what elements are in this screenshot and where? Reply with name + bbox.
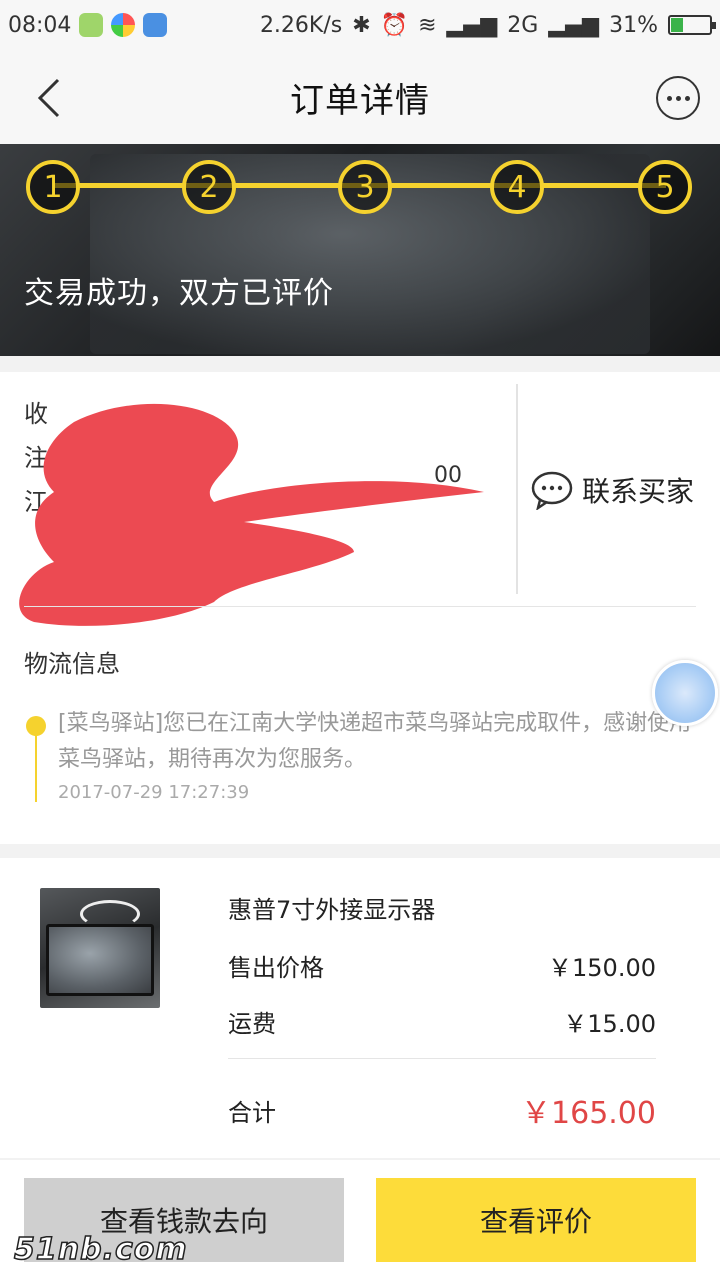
status-bar: 08:04 2.26K/s ✱ ⏰ ≋ ▂▄▆ 2G ▂▄▆ 31% xyxy=(0,0,720,50)
view-review-button[interactable]: 查看评价 xyxy=(376,1178,696,1262)
puzzle-app-icon xyxy=(143,13,168,37)
price-label: 售出价格 xyxy=(228,954,324,982)
logistics-message: [菜鸟驿站]您已在江南大学快递超市菜鸟驿站完成取件，感谢使用菜鸟驿站，期待再次为… xyxy=(58,711,692,772)
order-status-text: 交易成功，双方已评价 xyxy=(24,276,334,311)
battery-icon xyxy=(668,15,716,35)
shield-app-icon xyxy=(79,13,104,37)
total-label: 合计 xyxy=(228,1098,276,1127)
order-card: 惠普7寸外接显示器 售出价格 ￥150.00 运费 ￥15.00 合计 ￥165… xyxy=(0,858,720,1158)
battery-percent: 31% xyxy=(609,12,658,38)
price-value: ￥150.00 xyxy=(548,954,656,982)
step-4: 4 xyxy=(490,160,544,214)
shipping-label: 运费 xyxy=(228,1010,276,1038)
logistics-title: 物流信息 xyxy=(24,650,120,678)
signal-icon: ▂▄▆ xyxy=(446,12,498,38)
address-block: 收 注 江 00 xyxy=(19,392,504,626)
bluetooth-icon: ✱ xyxy=(352,12,371,38)
network-speed: 2.26K/s xyxy=(259,12,343,38)
status-banner: 1 2 3 4 5 交易成功，双方已评价 xyxy=(0,144,720,356)
page-title: 订单详情 xyxy=(290,80,430,121)
order-divider xyxy=(228,1058,656,1059)
shipping-value: ￥15.00 xyxy=(563,1010,656,1038)
logistics-time: 2017-07-29 17:27:39 xyxy=(58,782,250,803)
divider xyxy=(24,606,696,607)
step-3: 3 xyxy=(338,160,392,214)
network-type: 2G xyxy=(507,12,539,38)
timeline-line xyxy=(35,732,37,802)
browser-app-icon xyxy=(111,13,136,37)
contact-buyer-button[interactable]: 联系买家 xyxy=(530,470,694,510)
shipping-row: 运费 ￥15.00 xyxy=(228,1004,656,1039)
watermark: 51nb.com xyxy=(13,1231,188,1268)
step-5: 5 xyxy=(638,160,692,214)
step-1: 1 xyxy=(26,160,80,214)
product-thumbnail[interactable] xyxy=(40,888,160,1008)
signal-icon-2: ▂▄▆ xyxy=(548,12,600,38)
floating-assistant-button[interactable] xyxy=(652,660,718,726)
address-logistics-card: 收 注 江 00 联系买家 物流信息 [菜鸟驿站]您已在江南大学快递超市菜鸟驿站… xyxy=(0,372,720,844)
product-name: 惠普7寸外接显示器 xyxy=(228,896,436,924)
total-row: 合计 ￥165.00 xyxy=(228,1088,656,1132)
wifi-icon: ≋ xyxy=(418,12,437,38)
back-arrow-icon[interactable] xyxy=(30,74,70,122)
contact-buyer-label: 联系买家 xyxy=(582,475,695,508)
step-2: 2 xyxy=(182,160,236,214)
total-value: ￥165.00 xyxy=(521,1096,656,1131)
nav-bar: 订单详情 xyxy=(0,50,720,144)
alarm-icon: ⏰ xyxy=(380,12,409,38)
chat-bubble-icon xyxy=(531,471,573,510)
vertical-divider xyxy=(516,384,518,594)
status-time: 08:04 xyxy=(8,12,72,38)
price-row: 售出价格 ￥150.00 xyxy=(228,948,656,983)
more-options-icon[interactable] xyxy=(656,76,700,120)
redaction-scribble xyxy=(19,403,485,626)
